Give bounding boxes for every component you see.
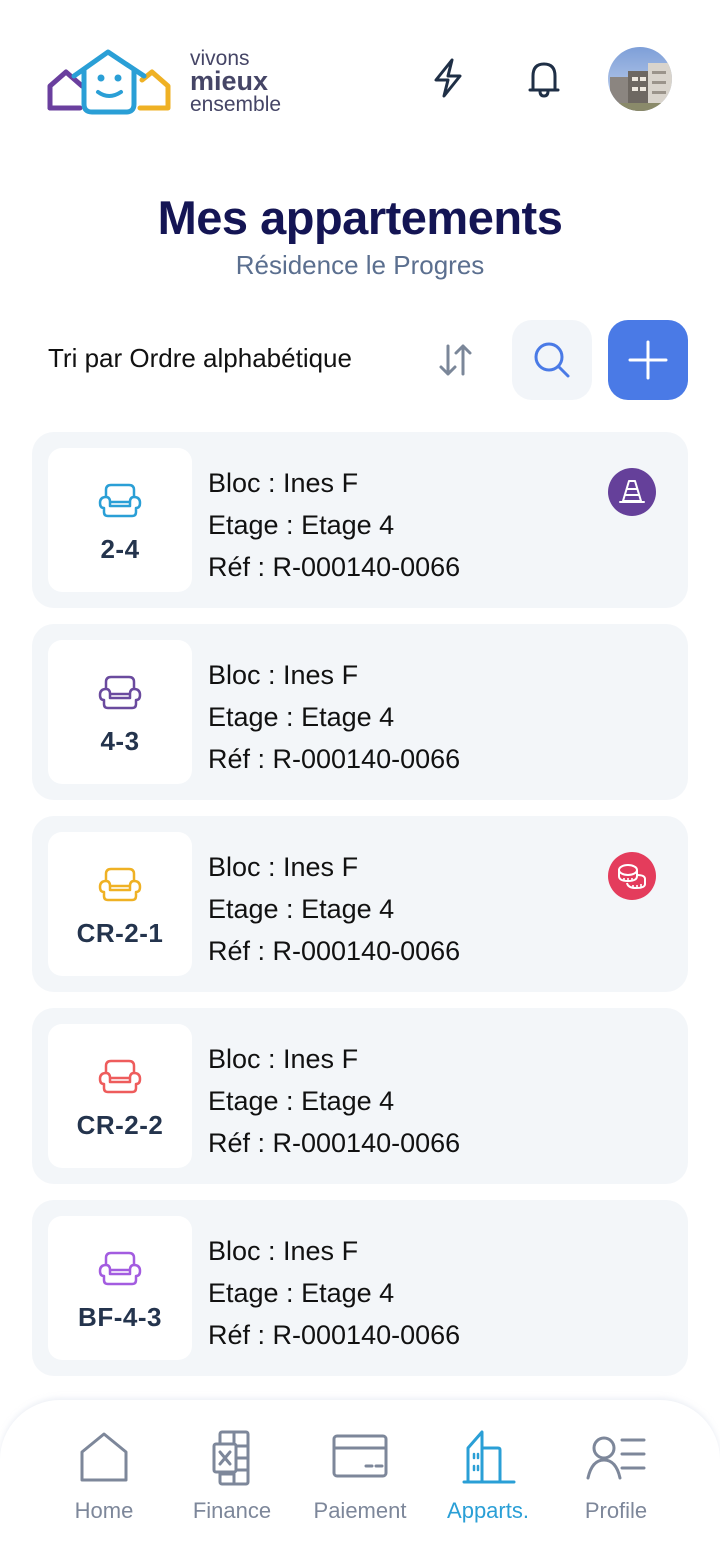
apartment-card[interactable]: 2-4 Bloc : Ines F Etage : Etage 4 Réf : R-0… [32, 432, 688, 608]
plus-icon [628, 340, 668, 380]
apartment-tile: CR-2-2 [48, 1024, 192, 1168]
apartment-etage: Etage : Etage 4 [208, 1086, 395, 1116]
sort-order-button[interactable] [430, 336, 480, 384]
sofa-icon [98, 483, 142, 518]
sort-label[interactable]: Tri par Ordre alphabétique [48, 343, 352, 374]
nav-item-apparts[interactable]: Apparts. [424, 1430, 552, 1540]
status-badge[interactable] [608, 468, 656, 516]
status-badge[interactable] [608, 852, 656, 900]
logo-line-2: mieux [190, 65, 269, 96]
apartment-code: 4-3 [100, 726, 140, 756]
search-button[interactable] [512, 320, 592, 400]
apartment-card[interactable]: CR-2-2 Bloc : Ines F Etage : Etage 4 Réf : … [32, 1008, 688, 1184]
sofa-icon [98, 867, 142, 902]
apartment-card[interactable]: CR-2-1 Bloc : Ines F Etage : Etage 4 Réf : … [32, 816, 688, 992]
apartment-tile: CR-2-1 [48, 832, 192, 976]
nav-label: Profile [584, 1498, 648, 1523]
apartment-bloc: Bloc : Ines F [208, 1236, 359, 1266]
spreadsheet-icon [212, 1430, 250, 1486]
sofa-icon [98, 1059, 142, 1094]
add-apartment-button[interactable] [608, 320, 688, 400]
sofa-icon [98, 1251, 142, 1286]
nav-label: Apparts. [447, 1498, 529, 1523]
avatar[interactable] [608, 47, 672, 111]
nav-item-home[interactable]: Home [40, 1430, 168, 1540]
apartment-code: 2-4 [100, 534, 140, 564]
apartment-bloc: Bloc : Ines F [208, 660, 359, 690]
nav-label: Home [74, 1498, 134, 1523]
sort-arrows-icon [439, 344, 472, 376]
apartment-bloc: Bloc : Ines F [208, 468, 359, 498]
apartment-card[interactable]: BF-4-3 Bloc : Ines F Etage : Etage 4 Réf : … [32, 1200, 688, 1376]
apartment-code: BF-4-3 [78, 1302, 162, 1332]
apartment-bloc: Bloc : Ines F [208, 852, 359, 882]
app-header: vivons mieux ensemble [0, 0, 720, 160]
apartment-etage: Etage : Etage 4 [208, 510, 395, 540]
apartment-ref: Réf : R-000140-0066 [208, 1128, 461, 1158]
lightning-icon [434, 58, 462, 98]
traffic-cone-icon [619, 480, 645, 503]
apartment-ref: Réf : R-000140-0066 [208, 552, 461, 582]
home-icon [80, 1432, 128, 1482]
bottom-nav: Home Finance Paiement Apparts. Profile [0, 1400, 720, 1560]
nav-label: Paiement [313, 1498, 407, 1523]
apartment-tile: BF-4-3 [48, 1216, 192, 1360]
nav-item-finance[interactable]: Finance [168, 1430, 296, 1540]
notifications-button[interactable] [522, 52, 566, 104]
page-title: Mes appartements [157, 191, 563, 244]
nav-label: Finance [192, 1498, 272, 1523]
apartment-etage: Etage : Etage 4 [208, 702, 395, 732]
apartment-list: 2-4 Bloc : Ines F Etage : Etage 4 Réf : R-0… [32, 432, 688, 1392]
building-photo-icon [608, 47, 672, 111]
quick-actions-button[interactable] [426, 52, 470, 104]
apartment-info: Bloc : Ines F Etage : Etage 4 Réf : R-0001… [208, 462, 460, 588]
nav-item-profile[interactable]: Profile [552, 1430, 680, 1540]
apartment-ref: Réf : R-000140-0066 [208, 1320, 461, 1350]
logo-houses-icon [47, 49, 171, 115]
card-icon [332, 1434, 388, 1478]
page-subtitle: Résidence le Progres [235, 250, 485, 280]
apartment-info: Bloc : Ines F Etage : Etage 4 Réf : R-0001… [208, 1230, 460, 1356]
app-logo[interactable]: vivons mieux ensemble [46, 46, 306, 116]
apartment-etage: Etage : Etage 4 [208, 894, 395, 924]
logo-text: vivons mieux ensemble [190, 48, 281, 115]
apartment-card[interactable]: 4-3 Bloc : Ines F Etage : Etage 4 Réf : R-0… [32, 624, 688, 800]
apartment-code: CR-2-2 [76, 1110, 164, 1140]
apartment-info: Bloc : Ines F Etage : Etage 4 Réf : R-0001… [208, 1038, 460, 1164]
apartment-info: Bloc : Ines F Etage : Etage 4 Réf : R-0001… [208, 654, 460, 780]
apartment-etage: Etage : Etage 4 [208, 1278, 395, 1308]
apartment-bloc: Bloc : Ines F [208, 1044, 359, 1074]
logo-line-3: ensemble [190, 92, 282, 116]
apartment-ref: Réf : R-000140-0066 [208, 936, 461, 966]
buildings-icon [462, 1430, 516, 1484]
bell-icon [528, 62, 560, 98]
nav-item-paiement[interactable]: Paiement [296, 1430, 424, 1540]
apartment-tile: 2-4 [48, 448, 192, 592]
search-icon [534, 342, 570, 378]
profile-list-icon [586, 1436, 646, 1480]
coins-icon [618, 864, 646, 890]
apartment-tile: 4-3 [48, 640, 192, 784]
sofa-icon [98, 675, 142, 710]
apartment-code: CR-2-1 [76, 918, 164, 948]
apartment-info: Bloc : Ines F Etage : Etage 4 Réf : R-0001… [208, 846, 460, 972]
apartment-ref: Réf : R-000140-0066 [208, 744, 461, 774]
